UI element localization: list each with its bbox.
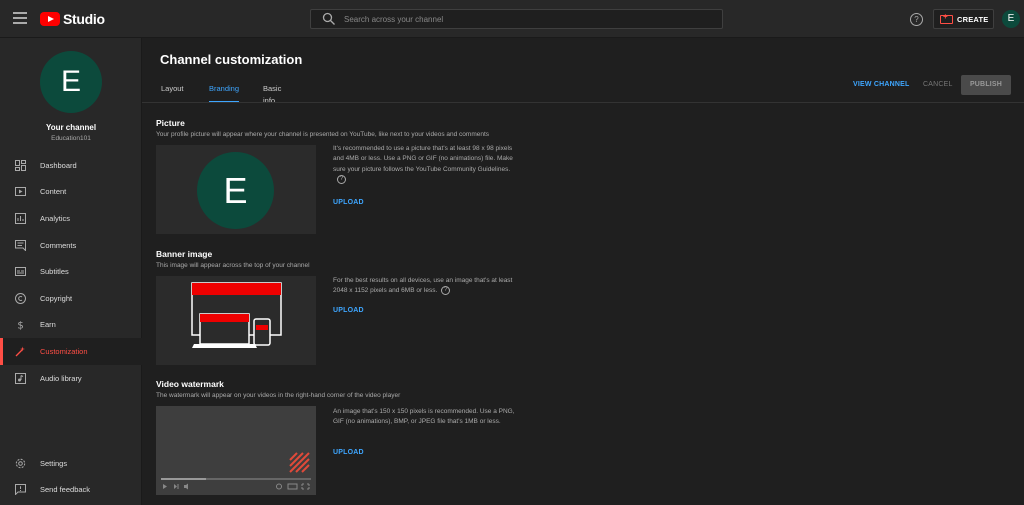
- sidebar-item-label: Copyright: [40, 293, 73, 303]
- channel-name: Your channel: [45, 123, 97, 132]
- comments-icon: [15, 239, 26, 251]
- publish-button[interactable]: PUBLISH: [961, 75, 1011, 95]
- sidebar-item-label: Send feedback: [40, 485, 91, 495]
- sidebar-nav: Dashboard Content Analytics Comments Sub…: [0, 152, 142, 391]
- channel-avatar[interactable]: E: [40, 51, 102, 113]
- sidebar-item-label: Audio library: [40, 373, 82, 383]
- youtube-logo-icon: [40, 12, 60, 26]
- banner-info-text: For the best results on all devices, use…: [333, 277, 513, 295]
- picture-info: It's recommended to use a picture that's…: [333, 144, 523, 185]
- cancel-button[interactable]: CANCEL: [923, 81, 953, 88]
- sidebar-item-dashboard[interactable]: Dashboard: [0, 152, 142, 179]
- picture-upload-button[interactable]: UPLOAD: [333, 199, 364, 206]
- account-avatar[interactable]: E: [1002, 10, 1020, 28]
- copyright-icon: [15, 292, 26, 304]
- page-title: Channel customization: [160, 52, 303, 67]
- top-bar: Studio ? CREATE E: [0, 0, 1024, 38]
- watermark-preview: [156, 406, 316, 495]
- tab-basic-info[interactable]: Basic info: [263, 83, 281, 105]
- main-content: Channel customization Layout Branding Ba…: [142, 38, 1024, 505]
- channel-handle: Education101: [51, 135, 91, 142]
- sidebar-item-label: Settings: [40, 458, 68, 468]
- sidebar-item-comments[interactable]: Comments: [0, 232, 142, 259]
- banner-upload-button[interactable]: UPLOAD: [333, 307, 364, 314]
- search-icon: [322, 12, 335, 25]
- sidebar-item-label: Content: [40, 187, 67, 197]
- picture-preview: E: [156, 145, 316, 234]
- create-label: CREATE: [957, 14, 989, 24]
- dashboard-icon: [15, 159, 26, 171]
- sidebar-item-label: Earn: [40, 320, 56, 330]
- analytics-icon: [15, 212, 26, 224]
- sidebar-bottom-nav: Settings Send feedback: [0, 450, 142, 503]
- search-input[interactable]: [344, 14, 704, 24]
- devices-illustration-icon: [191, 282, 282, 348]
- create-video-icon: [940, 12, 953, 24]
- sidebar-item-label: Analytics: [40, 213, 71, 223]
- sidebar-item-audio-library[interactable]: Audio library: [0, 365, 142, 392]
- watermark-info: An image that's 150 x 150 pixels is reco…: [333, 408, 515, 426]
- studio-logo[interactable]: Studio: [40, 11, 105, 27]
- sidebar-item-copyright[interactable]: Copyright: [0, 285, 142, 312]
- content-icon: [15, 186, 26, 197]
- sidebar-item-content[interactable]: Content: [0, 179, 142, 206]
- sidebar-item-label: Customization: [40, 346, 88, 356]
- tab-layout[interactable]: Layout: [161, 83, 184, 103]
- watermark-upload-button[interactable]: UPLOAD: [333, 449, 364, 456]
- video-player-illustration-icon: [161, 452, 311, 490]
- watermark-section-title: Video watermark: [156, 379, 224, 389]
- sidebar-item-label: Comments: [40, 240, 77, 250]
- picture-info-text: It's recommended to use a picture that's…: [333, 145, 513, 173]
- logo-text: Studio: [63, 11, 105, 27]
- sidebar-item-label: Subtitles: [40, 267, 69, 277]
- sidebar-item-earn[interactable]: $ Earn: [0, 312, 142, 339]
- svg-text:$: $: [17, 321, 23, 331]
- banner-preview: [156, 276, 316, 365]
- feedback-icon: [15, 484, 26, 496]
- create-button[interactable]: CREATE: [933, 9, 994, 29]
- sidebar-item-analytics[interactable]: Analytics: [0, 205, 142, 232]
- subtitles-icon: [15, 266, 26, 277]
- banner-info: For the best results on all devices, use…: [333, 276, 523, 297]
- settings-icon: [15, 458, 26, 469]
- tab-divider: [142, 102, 1024, 103]
- sidebar-item-send-feedback[interactable]: Send feedback: [0, 477, 142, 504]
- sidebar: E Your channel Education101 Dashboard Co…: [0, 38, 142, 505]
- sidebar-item-customization[interactable]: Customization: [0, 338, 142, 365]
- banner-section-title: Banner image: [156, 249, 213, 259]
- tab-branding[interactable]: Branding: [209, 83, 240, 103]
- sidebar-item-subtitles[interactable]: Subtitles: [0, 258, 142, 285]
- picture-section-description: Your profile picture will appear where y…: [156, 131, 490, 138]
- menu-icon[interactable]: [13, 12, 27, 24]
- customization-icon: [15, 346, 26, 357]
- picture-section-title: Picture: [156, 118, 185, 128]
- help-icon[interactable]: ?: [337, 174, 346, 184]
- help-icon[interactable]: ?: [910, 13, 923, 26]
- sidebar-item-settings[interactable]: Settings: [0, 450, 142, 477]
- search-bar[interactable]: [310, 9, 723, 29]
- earn-icon: $: [15, 319, 26, 331]
- sidebar-item-label: Dashboard: [40, 160, 77, 170]
- banner-section-description: This image will appear across the top of…: [156, 262, 310, 269]
- audio-library-icon: [15, 372, 26, 384]
- view-channel-button[interactable]: VIEW CHANNEL: [853, 81, 909, 88]
- help-icon[interactable]: ?: [441, 286, 451, 296]
- watermark-section-description: The watermark will appear on your videos…: [156, 392, 401, 399]
- profile-picture-preview: E: [197, 152, 274, 229]
